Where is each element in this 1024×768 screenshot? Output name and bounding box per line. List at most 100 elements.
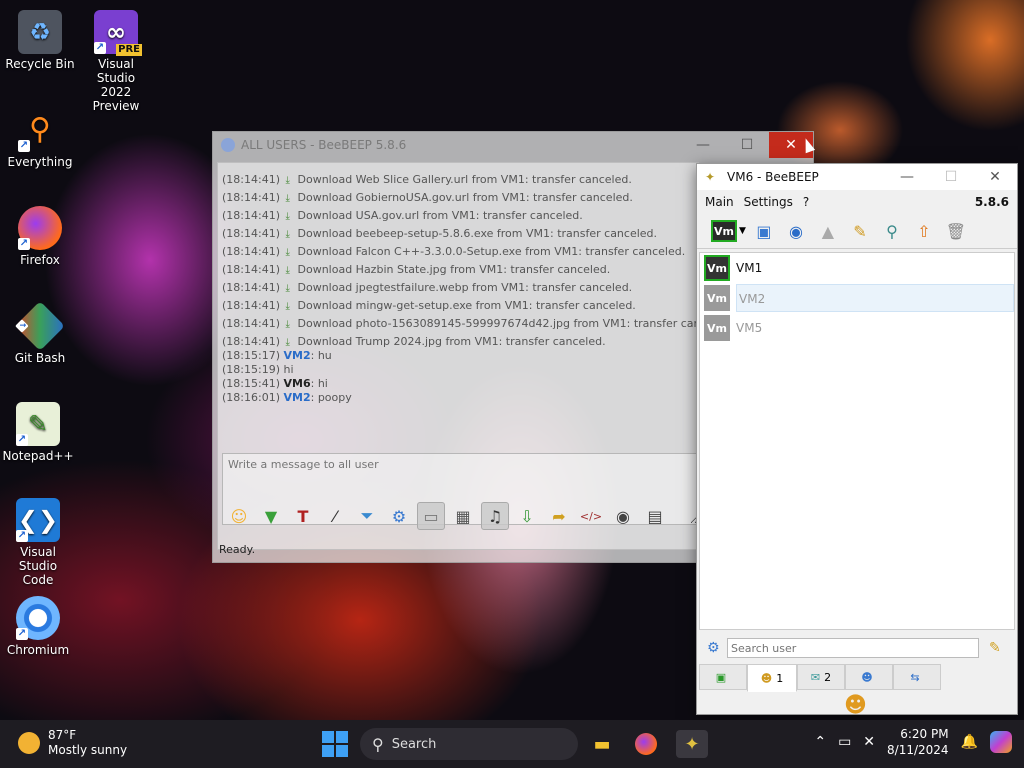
settings-button[interactable]: ⚙ [385,502,413,530]
log-line: (18:14:41) ⤓ Download Hazbin State.jpg fr… [222,263,611,276]
screenshot-button[interactable]: ▦ [449,502,477,530]
message-sender[interactable]: VM2 [284,391,311,404]
profile-button[interactable]: ▣ [750,217,778,245]
clock[interactable]: 6:20 PM 8/11/2024 [887,726,949,758]
network-icon[interactable]: ▭ [838,734,851,750]
user-item-vm2[interactable]: Vm VM2 [700,283,1014,313]
save-button[interactable]: ⇩ [513,502,541,530]
vm6-titlebar[interactable]: ✦ VM6 - BeeBEEP — ☐ ✕ [697,164,1017,190]
network-button[interactable]: ◉ [782,217,810,245]
desktop-icon-recycle-bin[interactable]: ♻ Recycle Bin [2,10,78,71]
chat-toolbar: ☺ ▼ T ⁄ ⏷ ⚙ ▭ ▦ ♫ ⇩ ➦ </> ◉ ▤ [225,502,669,530]
download-icon: ⤓ [285,247,290,258]
menu-main[interactable]: Main [705,195,734,209]
taskbar-file-explorer[interactable]: ▬ [588,730,616,758]
chat-message: (18:15:17) VM2: hu [222,349,332,362]
maximize-button[interactable]: ☐ [929,164,973,190]
tab-chats[interactable]: ✉ 2 [797,664,845,690]
start-button[interactable] [322,731,348,757]
chat-message: (18:15:41) VM6: hi [222,377,328,390]
weather-temperature: 87°F [48,728,77,742]
user-name: VM2 [736,284,1014,312]
html-button[interactable]: </> [577,502,605,530]
weather-widget[interactable]: 87°F Mostly sunny [18,728,127,758]
compose-button[interactable]: ✎ [846,217,874,245]
user-item-vm1[interactable]: Vm VM1 [700,253,1014,283]
desktop-icon-firefox[interactable]: ↗ Firefox [2,206,78,267]
desktop-icon-chromium[interactable]: ↗ Chromium [0,596,76,657]
chat-log[interactable]: (18:14:41) ⤓ Download Web Slice Gallery.u… [217,162,699,550]
version-label: 5.8.6 [974,195,1009,209]
code-icon: </> [579,509,603,523]
filter-button[interactable]: ⏷ [353,502,381,530]
search-network-button[interactable]: ⚲ [878,217,906,245]
menu-help[interactable]: ? [803,195,809,209]
desktop-icon-vscode[interactable]: ❮❯ ↗ Visual Studio Code [0,498,76,587]
chat-message: (18:16:01) VM2: poopy [222,391,352,404]
tab-home[interactable]: ▣ [699,664,747,690]
chevron-down-icon[interactable]: ▼ [739,226,746,236]
status-badge[interactable]: Vm [711,220,737,242]
desktop-icon-label: Notepad++ [2,449,74,463]
desktop-icon-notepad-plus-plus[interactable]: ✎ ↗ Notepad++ [0,402,76,463]
tab-files[interactable]: ⇆ [893,664,941,690]
pencil-icon: ✎ [853,221,867,241]
taskbar-firefox[interactable] [632,730,660,758]
record-button[interactable]: ◉ [609,502,637,530]
close-button[interactable]: ✕ [973,164,1017,190]
copilot-icon[interactable] [990,731,1012,753]
taskbar-search[interactable]: ⚲ Search [360,728,578,760]
log-line: (18:14:41) ⤓ Download GobiernoUSA.gov.url… [222,191,633,204]
user-item-vm5[interactable]: Vm VM5 [700,313,1014,343]
color-button[interactable]: ⁄ [321,502,349,530]
gear-icon[interactable]: ⚙ [707,640,720,656]
message-sender[interactable]: VM2 [284,349,311,362]
minimize-button[interactable]: — [885,164,929,190]
window-title: VM6 - BeeBEEP [727,170,819,184]
font-button[interactable]: T [289,502,317,530]
menu-settings[interactable]: Settings [744,195,793,209]
desktop-icon-git-bash[interactable]: ↗ Git Bash [2,301,78,365]
volume-muted-icon[interactable]: ✕ [863,734,875,750]
search-user-input[interactable] [727,638,979,658]
download-icon: ⤓ [285,265,290,276]
close-icon: ✕ [989,169,1001,185]
taskbar-beebeep[interactable]: ✦ [676,730,708,758]
desktop-icon-visual-studio-preview[interactable]: ∞ ↗ PRE Visual Studio 2022 Preview [78,10,154,113]
menu-bar: Main Settings ? 5.8.6 [697,190,1017,214]
chevron-up-icon[interactable]: ⌃ [814,734,826,750]
broadcast-icon: ◉ [788,221,803,241]
all-users-titlebar[interactable]: ALL USERS - BeeBEEP 5.8.6 — ☐ ✕ [213,132,813,158]
tab-users[interactable]: ☻ 1 [747,664,797,692]
minimize-button[interactable]: — [681,132,725,158]
vm6-window[interactable]: ✦ VM6 - BeeBEEP — ☐ ✕ Main Settings ? 5.… [696,163,1018,718]
clear-button[interactable]: ▭ [417,502,445,530]
trash-button[interactable]: 🗑 [942,217,970,245]
shortcut-arrow-icon: ↗ [16,434,28,446]
groups-button[interactable]: ▲ [814,217,842,245]
log-line: (18:14:41) ⤓ Download Falcon C++-3.3.0.0-… [222,245,686,258]
keyboard-button[interactable]: ▤ [641,502,669,530]
shortcut-arrow-icon: ↗ [18,140,30,152]
clear-search-icon[interactable]: ✎ [989,640,1001,656]
send-file-button[interactable]: ➦ [545,502,573,530]
trash-icon: 🗑 [945,221,967,241]
folder-arrow-icon: ➦ [552,506,566,526]
upload-icon: ⇧ [917,221,931,241]
user-list[interactable]: Vm VM1 Vm VM2 Vm VM5 ☻ [699,252,1015,718]
share-button[interactable]: ⇧ [910,217,938,245]
maximize-button[interactable]: ☐ [725,132,769,158]
log-line: (18:14:41) ⤓ Download jpegtestfailure.web… [222,281,633,294]
tab-groups[interactable]: ☻ [845,664,893,690]
smiley-icon: ☺ [230,506,248,526]
notification-bell-icon[interactable]: 🔔 [961,734,978,750]
desktop-icon-label: Visual Studio Code [18,545,58,587]
file-transfer-icon: ⇆ [910,670,920,684]
emoticon-button[interactable]: ☺ [225,502,253,530]
funnel-icon: ⏷ [360,506,374,525]
weather-condition: Mostly sunny [48,743,128,757]
desktop-icon-everything[interactable]: ⚲ ↗ Everything [2,108,78,170]
sound-button[interactable]: ♫ [481,502,509,530]
message-sender[interactable]: VM6 [284,377,311,390]
expand-button[interactable]: ▼ [257,502,285,530]
